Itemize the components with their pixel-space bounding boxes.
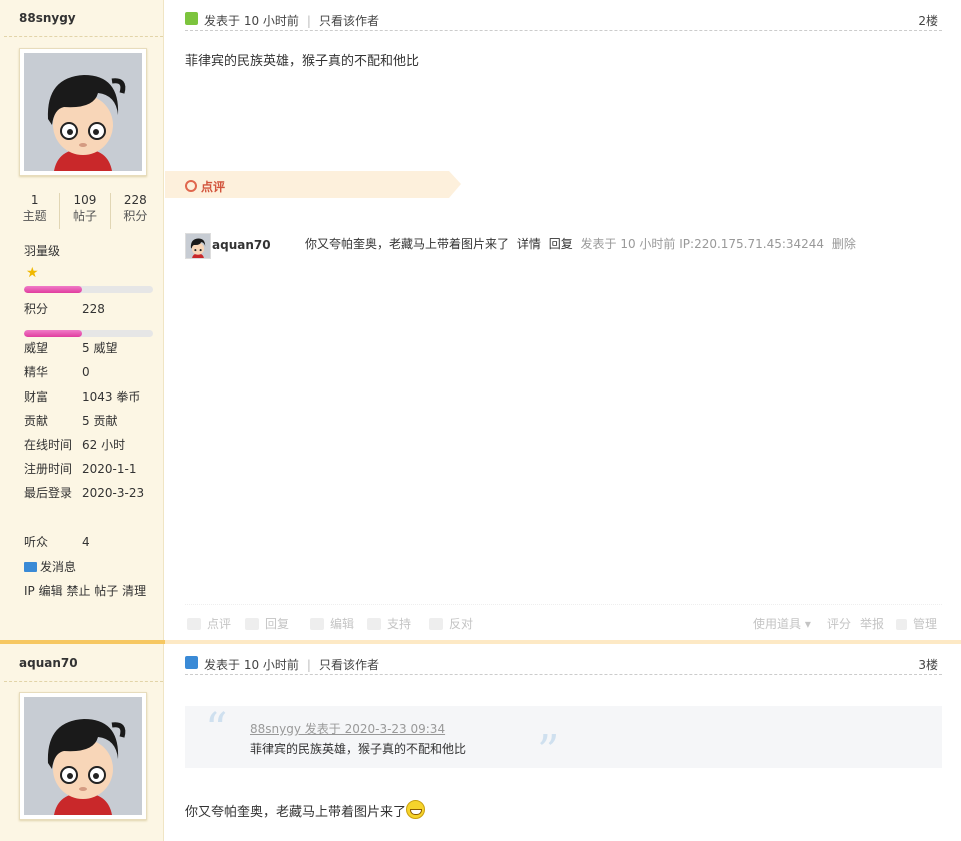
- comment-delete-link[interactable]: 删除: [832, 237, 856, 251]
- send-message-link[interactable]: 发消息: [24, 558, 76, 576]
- reply-icon: [245, 618, 259, 630]
- comment-detail-link[interactable]: 详情: [517, 237, 541, 251]
- comment-reply-link[interactable]: 回复: [549, 237, 573, 251]
- post-floor-2: 88snygy 1 主题 109 帖子 228 积分 羽量级 ★ 积分 228 …: [0, 0, 961, 640]
- info-row-digest: 精华 0: [24, 365, 90, 379]
- level-progress-bar: [24, 286, 153, 293]
- stat-posts[interactable]: 109 帖子: [60, 193, 111, 229]
- support-button[interactable]: 支持: [367, 615, 411, 632]
- comment-row: aquan70 你又夸帕奎奥，老藏马上带着图片来了 详情 回复 发表于 10 小…: [185, 233, 942, 259]
- author-sidebar: 88snygy 1 主题 109 帖子 228 积分 羽量级 ★ 积分 228 …: [0, 0, 164, 640]
- thumb-down-icon: [429, 618, 443, 630]
- post-time: 发表于 10 小时前: [204, 14, 299, 28]
- user-level[interactable]: 羽量级: [24, 242, 60, 259]
- admin-ip-link[interactable]: IP: [24, 584, 35, 598]
- checkbox-icon: [896, 619, 907, 630]
- info-row-register-date: 注册时间 2020-1-1: [24, 462, 137, 476]
- online-status-icon: [185, 12, 198, 25]
- admin-posts-link[interactable]: 帖子: [94, 584, 118, 598]
- admin-links: IP 编辑 禁止 帖子 清理: [24, 582, 146, 600]
- stat-topics[interactable]: 1 主题: [10, 193, 61, 229]
- floor-number[interactable]: 2楼: [918, 12, 938, 29]
- comment-user[interactable]: aquan70: [212, 238, 271, 252]
- quote-open-icon: “: [205, 704, 228, 755]
- thumb-up-icon: [367, 618, 381, 630]
- admin-edit-link[interactable]: 编辑: [39, 584, 63, 598]
- post-time: 发表于 10 小时前: [204, 658, 299, 672]
- user-status-icon: [185, 656, 198, 669]
- reply-button[interactable]: 回复: [245, 615, 289, 632]
- author-name[interactable]: 88snygy: [19, 11, 76, 25]
- manage-checkbox[interactable]: 管理: [896, 615, 937, 632]
- floor-number[interactable]: 3楼: [918, 656, 938, 673]
- comment-meta: 发表于 10 小时前 IP:220.175.71.45:34244: [580, 237, 825, 251]
- post-header: 发表于 10 小时前 | 只看该作者 2楼: [185, 6, 942, 31]
- comment-text-line: 你又夸帕奎奥，老藏马上带着图片来了 详情 回复 发表于 10 小时前 IP:22…: [305, 235, 856, 252]
- only-author-link[interactable]: 只看该作者: [319, 14, 379, 28]
- author-name[interactable]: aquan70: [19, 656, 78, 670]
- comment-avatar[interactable]: [185, 233, 211, 259]
- report-button[interactable]: 举报: [860, 615, 884, 632]
- info-row-wealth: 财富 1043 拳币: [24, 390, 141, 404]
- rate-tab-label: 点评: [201, 180, 226, 194]
- envelope-icon: [24, 562, 37, 572]
- quote-text: 菲律宾的民族英雄，猴子真的不配和他比: [250, 742, 467, 756]
- quote-source-link[interactable]: 88snygy 发表于 2020-3-23 09:34: [250, 720, 445, 737]
- avatar[interactable]: [19, 692, 147, 820]
- admin-ban-link[interactable]: 禁止: [66, 584, 90, 598]
- post-floor-3: aquan70 发表于 10 小时前 | 只看该作者 3楼 “ 88snygy …: [0, 644, 961, 841]
- avatar-cartoon-icon: [24, 53, 142, 171]
- oppose-button[interactable]: 反对: [429, 615, 473, 632]
- post-action-bar: 点评 回复 编辑 支持 反对 使用道具 ▾ 评分 举报 管理: [185, 604, 942, 635]
- comment-text: 你又夸帕奎奥，老藏马上带着图片来了: [305, 237, 510, 251]
- info-row-online-time: 在线时间 62 小时: [24, 438, 126, 452]
- user-stats: 1 主题 109 帖子 228 积分: [10, 193, 160, 229]
- avatar[interactable]: [19, 48, 147, 176]
- author-sidebar: aquan70: [0, 644, 164, 841]
- score-progress-bar: [24, 330, 153, 337]
- sidebar-divider: [4, 36, 163, 37]
- only-author-link[interactable]: 只看该作者: [319, 658, 379, 672]
- admin-clear-link[interactable]: 清理: [122, 584, 146, 598]
- quote-close-icon: ”: [537, 726, 560, 777]
- rate-circle-icon: [185, 180, 197, 192]
- score-row: 积分 228: [24, 302, 105, 316]
- rate-icon: [187, 618, 201, 630]
- star-icon: ★: [26, 265, 39, 281]
- pencil-icon: [310, 618, 324, 630]
- rate-section-tab: 点评: [165, 171, 461, 198]
- avatar-cartoon-icon: [24, 697, 142, 815]
- use-tools-dropdown[interactable]: 使用道具 ▾: [753, 615, 811, 632]
- info-row-last-login: 最后登录 2020-3-23: [24, 486, 145, 500]
- post-content: 你又夸帕奎奥，老藏马上带着图片来了: [185, 800, 426, 820]
- info-row-prestige: 威望 5 威望: [24, 341, 118, 355]
- edit-button[interactable]: 编辑: [310, 615, 354, 632]
- stat-credits[interactable]: 228 积分: [111, 193, 160, 229]
- score-button[interactable]: 评分: [827, 615, 851, 632]
- quote-block: “ 88snygy 发表于 2020-3-23 09:34 菲律宾的民族英雄，猴…: [185, 704, 942, 777]
- post-content: 菲律宾的民族英雄，猴子真的不配和他比: [185, 54, 420, 69]
- info-row-listeners: 听众 4: [24, 535, 90, 549]
- grin-emoji-icon: [406, 800, 426, 819]
- sidebar-divider: [4, 681, 163, 682]
- info-row-contribution: 贡献 5 贡献: [24, 414, 118, 428]
- rate-button[interactable]: 点评: [187, 615, 231, 632]
- post-header: 发表于 10 小时前 | 只看该作者 3楼: [185, 650, 942, 675]
